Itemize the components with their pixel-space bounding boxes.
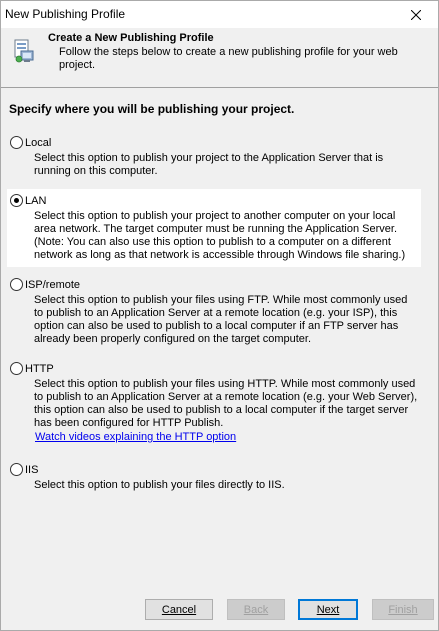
- option-local-label: Local: [25, 136, 52, 149]
- option-local-description: Select this option to publish your proje…: [34, 152, 384, 177]
- http-video-link[interactable]: Watch videos explaining the HTTP option: [35, 431, 236, 443]
- wizard-header: Create a New Publishing Profile Follow t…: [1, 28, 438, 88]
- radio-isp-remote[interactable]: [10, 278, 23, 291]
- option-isp-remote-description: Select this option to publish your files…: [34, 294, 408, 345]
- radio-local[interactable]: [10, 136, 23, 149]
- section-heading: Specify where you will be publishing you…: [9, 102, 295, 116]
- close-icon: [410, 9, 421, 20]
- next-button[interactable]: Next: [298, 599, 358, 620]
- next-button-label: Next: [316, 603, 340, 616]
- option-iis-label: IIS: [25, 463, 39, 476]
- cancel-button-label: Cancel: [161, 603, 197, 616]
- option-lan[interactable]: LAN Select this option to publish your p…: [7, 189, 421, 267]
- option-http[interactable]: HTTP Select this option to publish your …: [7, 362, 421, 448]
- radio-iis[interactable]: [10, 463, 23, 476]
- finish-button-label: Finish: [388, 603, 418, 616]
- back-button-label: Back: [243, 603, 269, 616]
- option-local[interactable]: Local Select this option to publish your…: [7, 136, 421, 182]
- dialog-window: New Publishing Profile Create a New Publ…: [0, 0, 439, 631]
- option-isp-remote-label: ISP/remote: [25, 278, 81, 291]
- option-http-label: HTTP: [25, 362, 54, 375]
- finish-button[interactable]: Finish: [372, 599, 434, 620]
- option-lan-label: LAN: [25, 194, 47, 207]
- option-iis[interactable]: IIS Select this option to publish your f…: [7, 463, 421, 493]
- close-button[interactable]: [393, 1, 438, 28]
- cancel-button[interactable]: Cancel: [145, 599, 213, 620]
- radio-http[interactable]: [10, 362, 23, 375]
- back-button[interactable]: Back: [227, 599, 285, 620]
- window-title: New Publishing Profile: [5, 7, 126, 21]
- option-lan-description: Select this option to publish your proje…: [34, 210, 406, 261]
- radio-lan[interactable]: [10, 194, 23, 207]
- title-bar: New Publishing Profile: [1, 1, 438, 28]
- header-title: Create a New Publishing Profile: [48, 32, 214, 44]
- option-iis-description: Select this option to publish your files…: [34, 479, 285, 491]
- option-isp-remote[interactable]: ISP/remote Select this option to publish…: [7, 278, 421, 348]
- option-http-description: Select this option to publish your files…: [34, 378, 418, 429]
- header-description: Follow the steps below to create a new p…: [59, 46, 398, 71]
- publish-profile-icon: [14, 39, 34, 63]
